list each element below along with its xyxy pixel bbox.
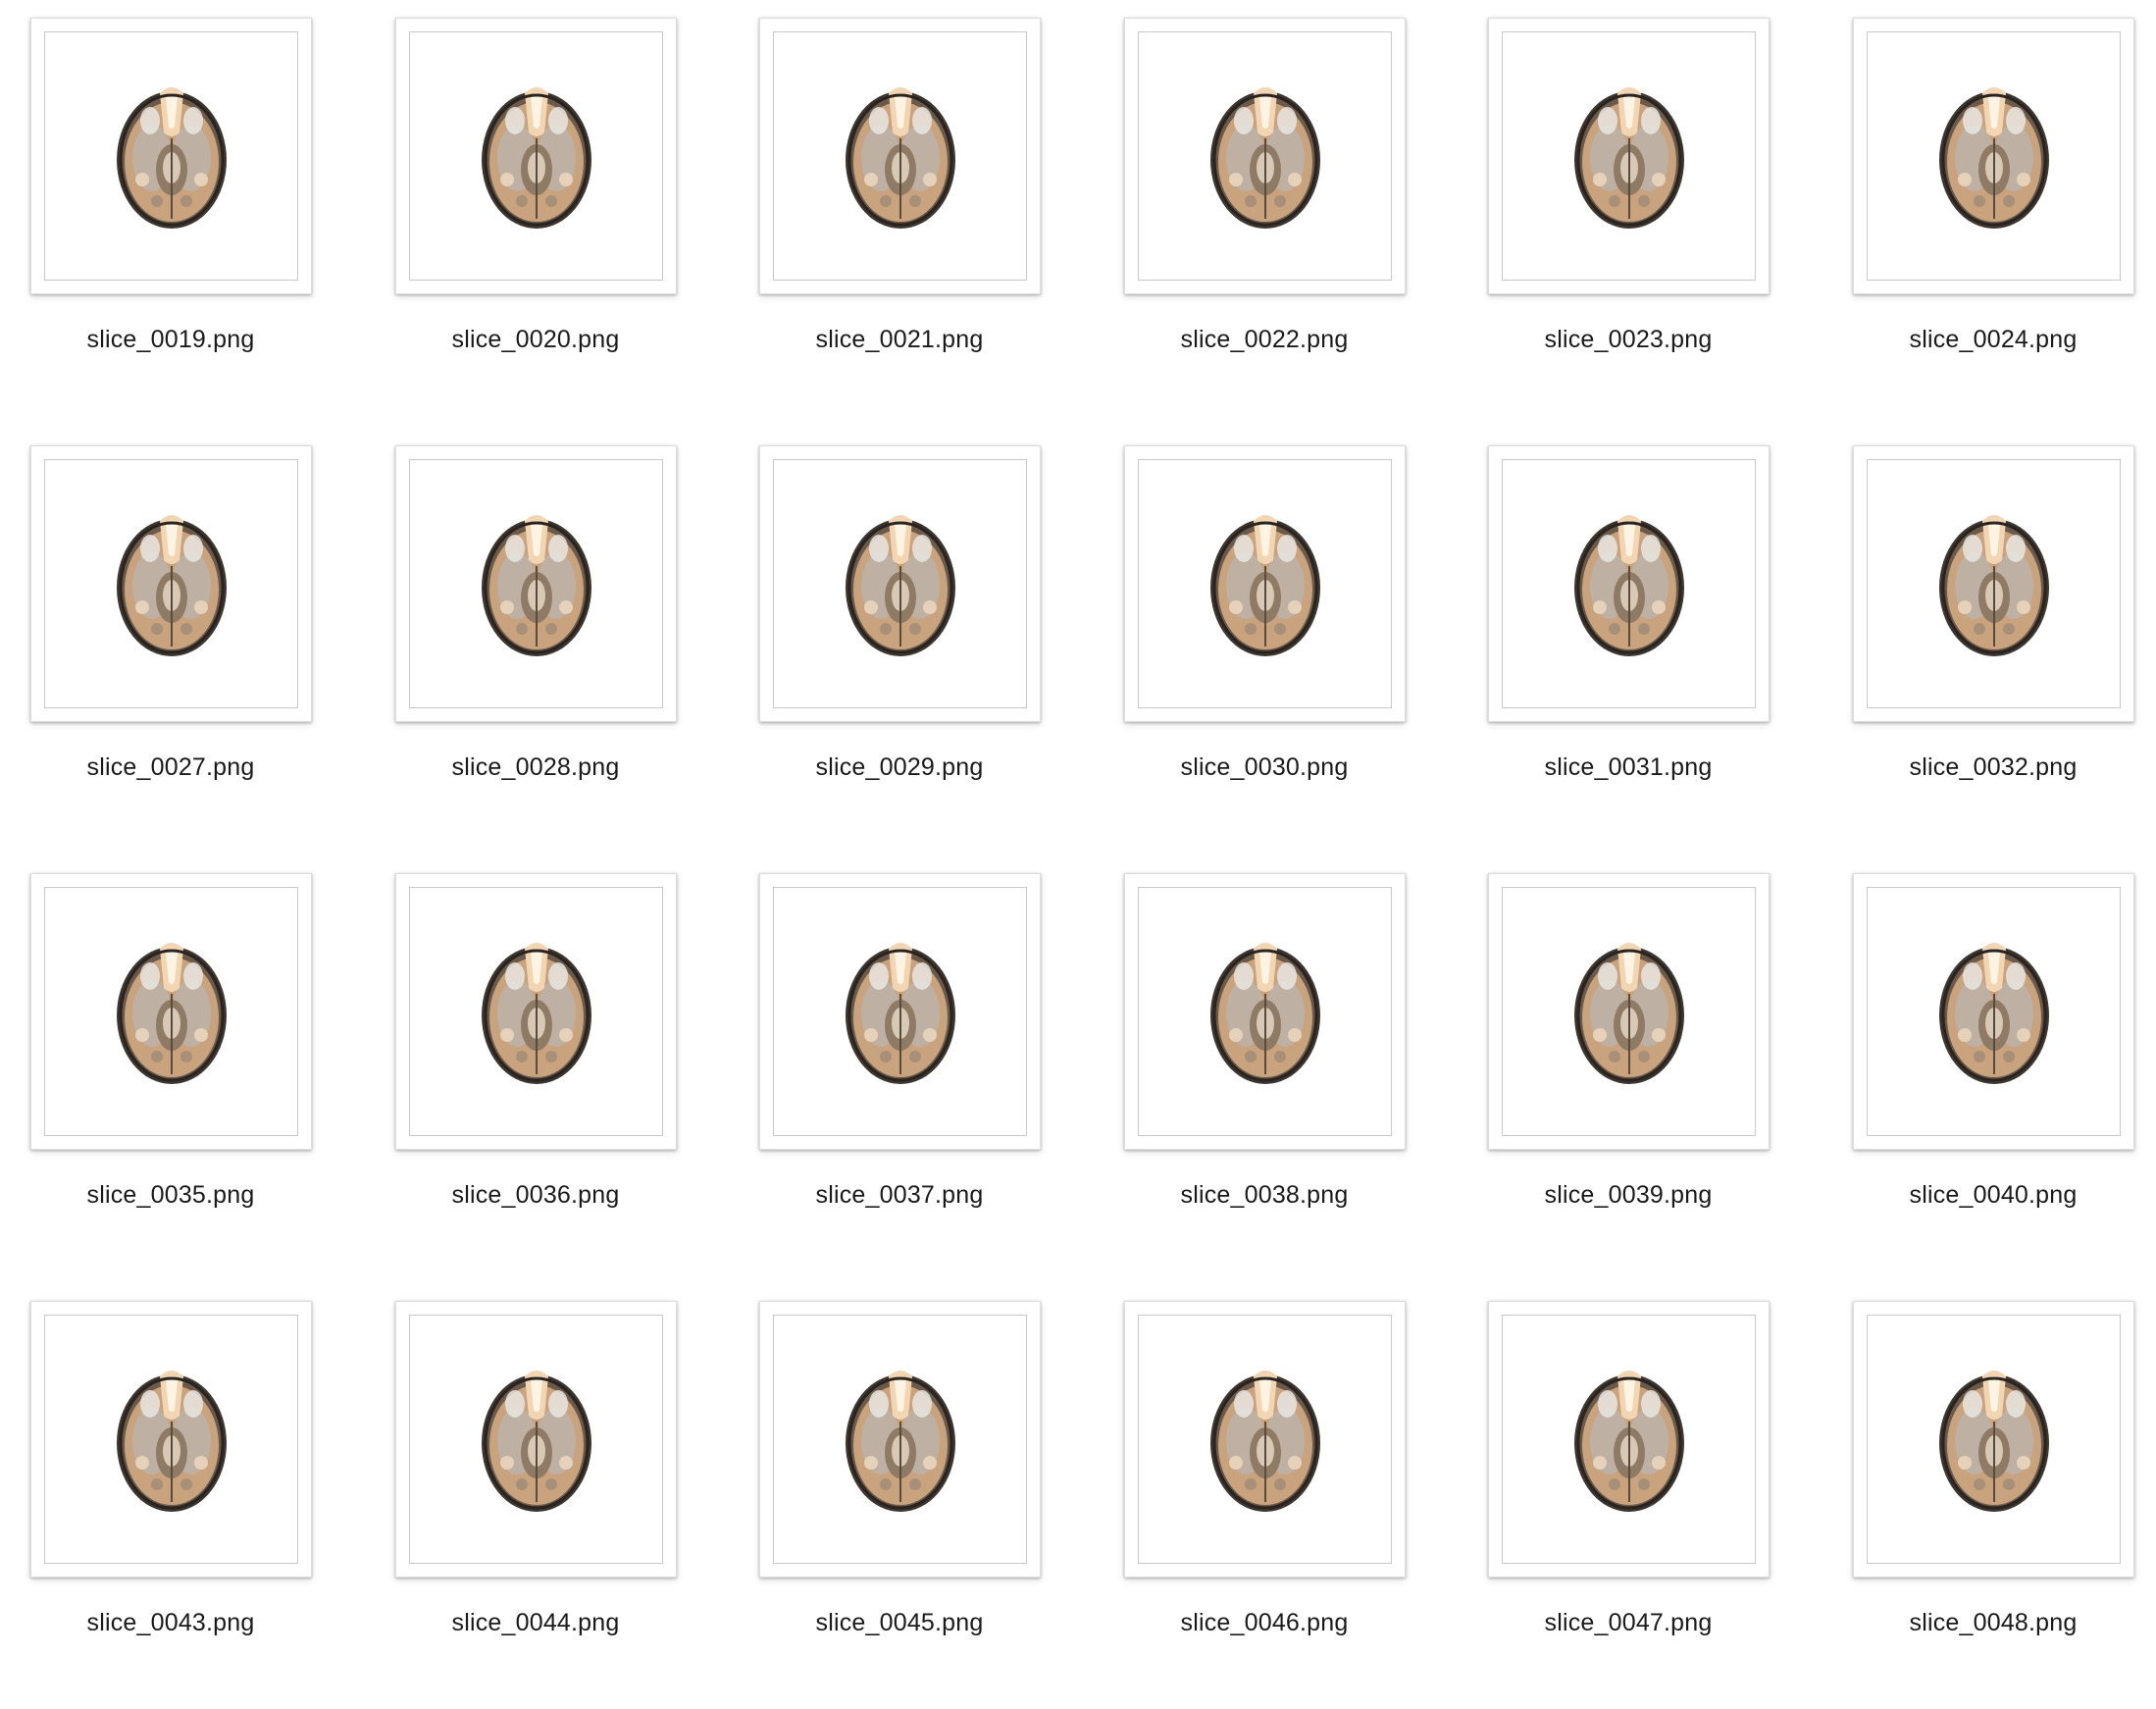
file-thumbnail[interactable]: [1488, 18, 1770, 294]
brain-slice-thumbnail: [44, 31, 298, 281]
file-name-label[interactable]: slice_0028.png: [365, 753, 706, 782]
brain-slice-thumbnail: [1138, 1315, 1392, 1564]
file-name-label[interactable]: slice_0048.png: [1822, 1609, 2156, 1637]
brain-slice-thumbnail: [773, 887, 1027, 1136]
brain-slice-thumbnail: [1867, 887, 2121, 1136]
brain-slice-thumbnail: [409, 887, 663, 1136]
file-item[interactable]: slice_0036.png: [365, 855, 728, 1281]
file-item[interactable]: slice_0045.png: [729, 1283, 1092, 1709]
file-name-label[interactable]: slice_0038.png: [1094, 1181, 1435, 1210]
file-thumbnail[interactable]: [395, 18, 677, 294]
file-thumbnail[interactable]: [395, 873, 677, 1150]
file-name-label[interactable]: slice_0047.png: [1458, 1609, 1799, 1637]
file-item[interactable]: slice_0032.png: [1822, 428, 2156, 854]
brain-slice-thumbnail: [1867, 31, 2121, 281]
file-name-label[interactable]: slice_0040.png: [1822, 1181, 2156, 1210]
file-name-label[interactable]: slice_0039.png: [1458, 1181, 1799, 1210]
file-thumbnail[interactable]: [30, 873, 312, 1150]
file-item[interactable]: slice_0048.png: [1822, 1283, 2156, 1709]
file-name-label[interactable]: slice_0031.png: [1458, 753, 1799, 782]
file-thumbnail[interactable]: [30, 18, 312, 294]
file-thumbnail[interactable]: [1124, 1301, 1406, 1578]
file-name-label[interactable]: slice_0030.png: [1094, 753, 1435, 782]
brain-slice-thumbnail: [1502, 31, 1756, 281]
file-name-label[interactable]: slice_0023.png: [1458, 326, 1799, 354]
file-item[interactable]: slice_0039.png: [1458, 855, 1821, 1281]
file-name-label[interactable]: slice_0019.png: [0, 326, 341, 354]
file-name-label[interactable]: slice_0032.png: [1822, 753, 2156, 782]
file-item[interactable]: slice_0030.png: [1094, 428, 1457, 854]
brain-slice-thumbnail: [773, 31, 1027, 281]
file-item[interactable]: slice_0027.png: [0, 428, 363, 854]
file-name-label[interactable]: slice_0024.png: [1822, 326, 2156, 354]
file-name-label[interactable]: slice_0029.png: [729, 753, 1070, 782]
brain-slice-thumbnail: [1867, 1315, 2121, 1564]
file-item[interactable]: slice_0035.png: [0, 855, 363, 1281]
brain-slice-thumbnail: [44, 887, 298, 1136]
file-thumbnail[interactable]: [1124, 873, 1406, 1150]
file-thumbnail[interactable]: [395, 1301, 677, 1578]
file-name-label[interactable]: slice_0022.png: [1094, 326, 1435, 354]
brain-slice-thumbnail: [1138, 31, 1392, 281]
brain-slice-thumbnail: [773, 459, 1027, 708]
file-thumbnail[interactable]: [759, 873, 1041, 1150]
file-name-label[interactable]: slice_0036.png: [365, 1181, 706, 1210]
file-thumbnail[interactable]: [1124, 18, 1406, 294]
brain-slice-thumbnail: [1502, 459, 1756, 708]
file-thumbnail[interactable]: [1853, 445, 2134, 722]
file-item[interactable]: slice_0020.png: [365, 0, 728, 426]
file-thumbnail[interactable]: [30, 445, 312, 722]
file-name-label[interactable]: slice_0045.png: [729, 1609, 1070, 1637]
file-item[interactable]: slice_0046.png: [1094, 1283, 1457, 1709]
file-name-label[interactable]: slice_0035.png: [0, 1181, 341, 1210]
file-thumbnail[interactable]: [1488, 873, 1770, 1150]
file-item[interactable]: slice_0038.png: [1094, 855, 1457, 1281]
file-thumbnail[interactable]: [1488, 1301, 1770, 1578]
file-name-label[interactable]: slice_0027.png: [0, 753, 341, 782]
file-item[interactable]: slice_0019.png: [0, 0, 363, 426]
file-thumbnail[interactable]: [759, 445, 1041, 722]
file-thumbnail[interactable]: [1488, 445, 1770, 722]
file-icon-grid: slice_0019.png slice_0020.png slice_0021…: [0, 0, 2156, 1658]
file-item[interactable]: slice_0023.png: [1458, 0, 1821, 426]
file-thumbnail[interactable]: [1853, 873, 2134, 1150]
file-thumbnail[interactable]: [759, 18, 1041, 294]
file-item[interactable]: slice_0028.png: [365, 428, 728, 854]
brain-slice-thumbnail: [1867, 459, 2121, 708]
brain-slice-thumbnail: [773, 1315, 1027, 1564]
brain-slice-thumbnail: [1502, 1315, 1756, 1564]
file-item[interactable]: slice_0024.png: [1822, 0, 2156, 426]
file-item[interactable]: slice_0044.png: [365, 1283, 728, 1709]
brain-slice-thumbnail: [409, 459, 663, 708]
brain-slice-thumbnail: [1138, 887, 1392, 1136]
file-thumbnail[interactable]: [1853, 18, 2134, 294]
brain-slice-thumbnail: [44, 459, 298, 708]
file-item[interactable]: slice_0043.png: [0, 1283, 363, 1709]
brain-slice-thumbnail: [409, 1315, 663, 1564]
brain-slice-thumbnail: [1502, 887, 1756, 1136]
file-thumbnail[interactable]: [395, 445, 677, 722]
file-name-label[interactable]: slice_0037.png: [729, 1181, 1070, 1210]
file-item[interactable]: slice_0021.png: [729, 0, 1092, 426]
file-item[interactable]: slice_0037.png: [729, 855, 1092, 1281]
brain-slice-thumbnail: [44, 1315, 298, 1564]
file-item[interactable]: slice_0029.png: [729, 428, 1092, 854]
brain-slice-thumbnail: [1138, 459, 1392, 708]
file-thumbnail[interactable]: [30, 1301, 312, 1578]
file-item[interactable]: slice_0040.png: [1822, 855, 2156, 1281]
file-name-label[interactable]: slice_0044.png: [365, 1609, 706, 1637]
file-item[interactable]: slice_0031.png: [1458, 428, 1821, 854]
file-thumbnail[interactable]: [1124, 445, 1406, 722]
file-name-label[interactable]: slice_0021.png: [729, 326, 1070, 354]
file-item[interactable]: slice_0047.png: [1458, 1283, 1821, 1709]
file-thumbnail[interactable]: [759, 1301, 1041, 1578]
file-name-label[interactable]: slice_0020.png: [365, 326, 706, 354]
file-item[interactable]: slice_0022.png: [1094, 0, 1457, 426]
file-name-label[interactable]: slice_0043.png: [0, 1609, 341, 1637]
file-name-label[interactable]: slice_0046.png: [1094, 1609, 1435, 1637]
brain-slice-thumbnail: [409, 31, 663, 281]
file-thumbnail[interactable]: [1853, 1301, 2134, 1578]
